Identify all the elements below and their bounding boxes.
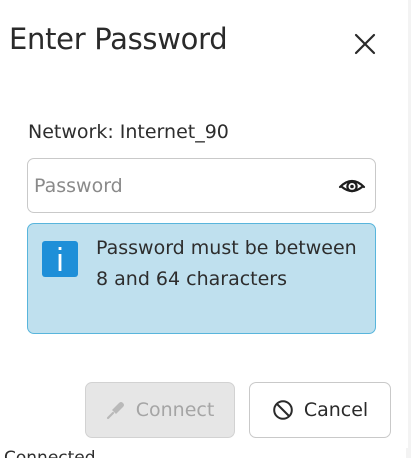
dialog-title: Enter Password	[9, 22, 228, 56]
cancel-button[interactable]: Cancel	[249, 382, 391, 438]
info-message-box: Password must be between 8 and 64 charac…	[27, 223, 376, 334]
password-dialog: Enter Password Network: Internet_90 Pass…	[0, 0, 408, 448]
cancel-circle-icon	[273, 400, 293, 420]
eye-icon	[338, 179, 366, 193]
show-password-button[interactable]	[338, 172, 366, 200]
close-icon	[354, 33, 376, 55]
password-input[interactable]	[34, 159, 324, 212]
password-field-container	[27, 158, 376, 213]
info-message-text: Password must be between 8 and 64 charac…	[96, 237, 357, 290]
network-label: Network: Internet_90	[28, 121, 229, 143]
close-button[interactable]	[347, 26, 383, 62]
connect-button-label: Connect	[135, 399, 215, 421]
plug-icon	[106, 402, 124, 420]
info-icon	[42, 241, 78, 277]
cancel-button-label: Cancel	[303, 399, 369, 421]
connect-button[interactable]: Connect	[85, 382, 235, 438]
